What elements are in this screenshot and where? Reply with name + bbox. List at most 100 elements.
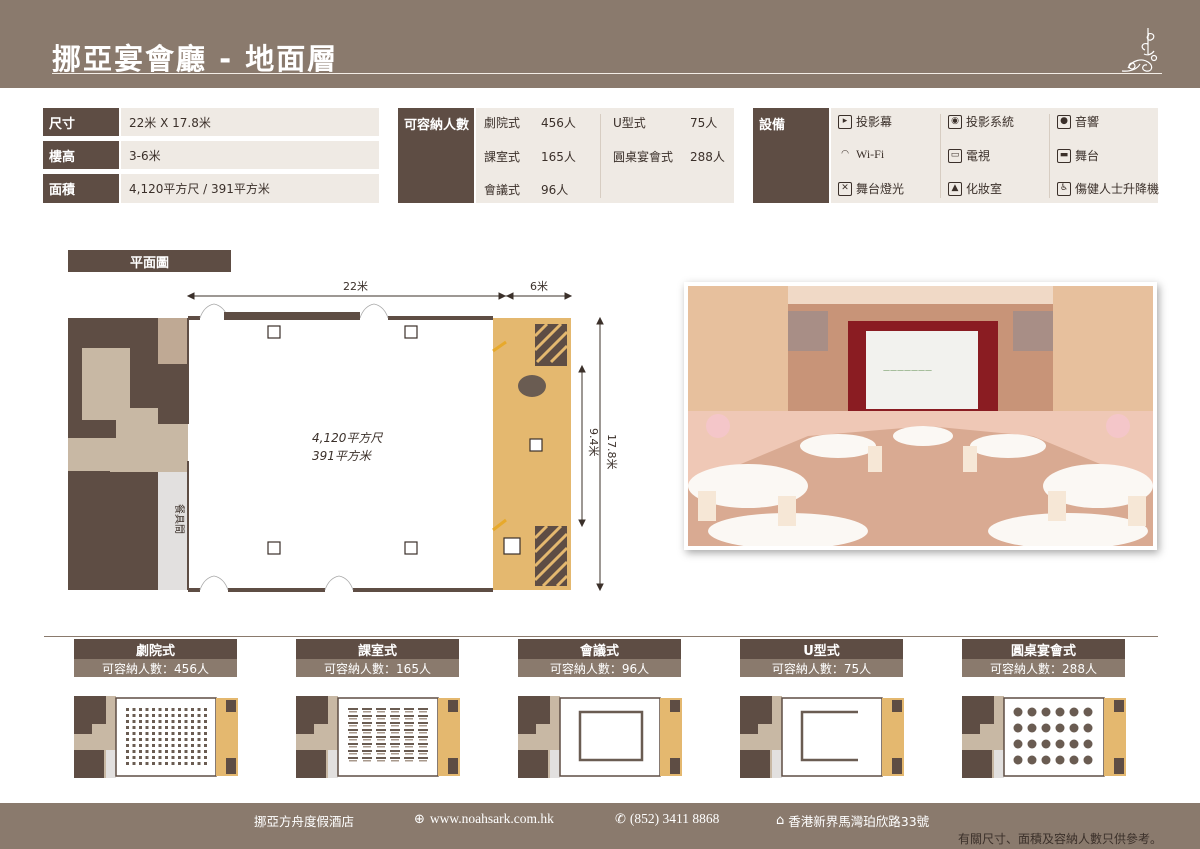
mini-seat [158,726,162,729]
mini-round-table [1055,707,1065,717]
mini-round-table [1027,739,1037,749]
ornament-icon [1121,28,1158,72]
mini-seat [178,726,181,729]
mini-desk [362,729,372,731]
mini-chair [405,732,413,734]
mini-seat [145,726,149,729]
equipment-name: 音響 [1075,115,1100,129]
mini-service-room [962,750,992,778]
mini-seat [139,708,142,711]
accessible-lift-icon: ♿ [1057,181,1071,196]
mini-seat [132,708,136,711]
mini-desk [348,736,358,738]
mini-seat [191,714,194,717]
mini-desk [418,708,428,710]
layout-title: U型式 [740,639,903,659]
mini-seat [139,750,142,753]
mini-desk [404,708,414,710]
layout-capacity: 可容納人數：96人 [518,659,681,677]
mini-seat [197,750,201,753]
mini-seat [197,726,201,729]
mini-seat [165,750,168,753]
mini-chair [377,711,385,713]
mini-seat [139,762,142,765]
mini-seat [204,714,207,717]
mini-seat [197,714,201,717]
mini-chair [405,760,413,762]
mini-seat [191,732,194,735]
mini-chair [349,725,357,727]
capacity-banquet-count: 288人 [690,150,725,164]
mini-seat [126,732,129,735]
globe-icon: ⊕ [414,811,425,827]
home-icon: ⌂ [776,813,785,828]
mini-chair [363,746,371,748]
wifi-icon: ◠ [841,149,849,159]
mini-desk [418,736,428,738]
mini-service-room [74,750,104,778]
accessible-lift-marker [503,537,521,555]
mini-seat [204,744,207,747]
equipment-divider-1 [940,114,941,198]
mini-stage-wing [448,700,458,712]
mini-chair [349,746,357,748]
equipment-name: 傷健人士升降機 [1075,182,1160,196]
mini-seat [145,750,149,753]
mini-chair [419,718,427,720]
mini-service-room [296,696,314,734]
floorplan-diagram: 餐具間 4,120平方尺 391平方米 22米 6米 17.8米 9.4米 [68,280,618,592]
mini-seat [145,720,149,723]
layout-title: 會議式 [518,639,681,659]
mini-seat [126,714,129,717]
mini-round-table [1083,755,1093,765]
mini-service-room [980,696,994,724]
mini-chair [419,746,427,748]
mini-seat [197,756,201,759]
mini-seat [158,738,162,741]
mini-stage-wing [670,700,680,712]
mini-chair [349,732,357,734]
svg-text:———————: ——————— [883,366,932,374]
mini-service-room [962,696,980,734]
mini-seat [197,738,201,741]
mini-seat [165,714,168,717]
mini-chair [405,746,413,748]
tv-icon: ▭ [948,148,962,163]
address-text: 香港新界馬灣珀欣路33號 [788,814,930,829]
footer-website[interactable]: ⊕ www.noahsark.com.hk [414,811,554,827]
layout-title: 課室式 [296,639,459,659]
mini-seat [171,714,175,717]
mini-round-table [1027,723,1037,733]
mini-seat [184,762,188,765]
footer-phone[interactable]: ✆ (852) 3411 8868 [615,811,719,827]
ballroom-photo-image: ——————— [688,286,1153,546]
mini-chair [363,760,371,762]
mini-chair [419,711,427,713]
service-room-4 [68,471,110,590]
mini-seat [184,732,188,735]
mini-seat [139,726,142,729]
mini-round-table [1055,723,1065,733]
mini-seat [132,738,136,741]
capacity-theatre-name: 劇院式 [484,116,521,130]
speaker-marker [529,438,543,452]
mini-seat [132,744,136,747]
mini-desk [404,736,414,738]
mini-desk [404,715,414,717]
mini-seat [152,762,155,765]
capacity-classroom-name: 課室式 [484,150,521,164]
mini-chair [377,760,385,762]
mini-seat [191,756,194,759]
mini-round-table [1069,723,1079,733]
capacity-boardroom-name: 會議式 [484,183,521,197]
mini-seat [197,744,201,747]
mini-seat [132,762,136,765]
mini-desk [418,743,428,745]
mini-stage-wing [670,758,680,774]
mini-chair [419,725,427,727]
mini-seat [204,738,207,741]
mini-seat [191,750,194,753]
mini-desk [404,757,414,759]
mini-seat [184,756,188,759]
mini-service-room [296,750,326,778]
